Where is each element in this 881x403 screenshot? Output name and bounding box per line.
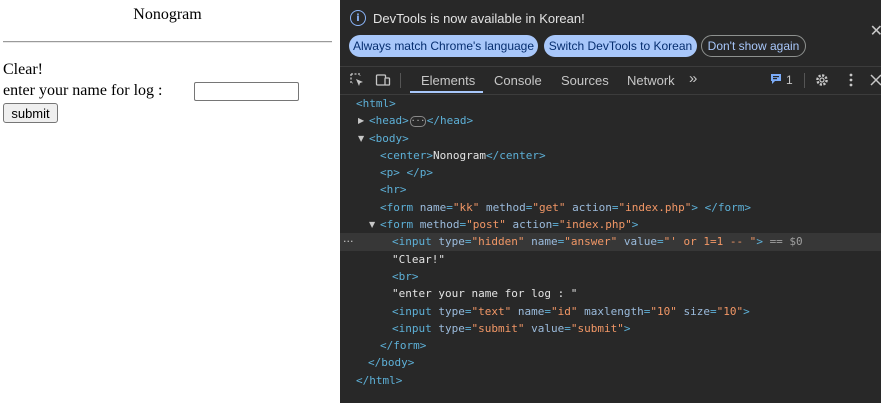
expand-triangle-icon[interactable]: ▶ <box>358 112 364 129</box>
info-icon: i <box>350 10 366 26</box>
submit-button[interactable]: submit <box>3 103 58 123</box>
dom-node-input-text[interactable]: <input type="text" name="id" maxlength="… <box>340 303 881 320</box>
collapse-triangle-icon[interactable]: ▼ <box>369 216 375 233</box>
horizontal-rule <box>3 41 332 43</box>
dom-close-body[interactable]: </body> <box>340 354 881 371</box>
tab-sources[interactable]: Sources <box>561 73 609 88</box>
selected-node-ref: == $0 <box>769 235 803 249</box>
dom-node-center[interactable]: <center>Nonogram</center> <box>340 147 881 164</box>
notice-text: DevTools is now available in Korean! <box>373 10 585 26</box>
always-match-language-button[interactable]: Always match Chrome's language <box>349 35 538 57</box>
tab-elements[interactable]: Elements <box>421 73 475 88</box>
name-input[interactable] <box>194 82 299 101</box>
dom-close-html[interactable]: </html> <box>340 372 881 389</box>
dom-node-form-get[interactable]: <form name="kk" method="get" action="ind… <box>340 199 881 216</box>
toolbar-divider <box>400 73 401 88</box>
more-tabs-icon[interactable]: » <box>689 70 697 87</box>
dom-text-label[interactable]: "enter your name for log : " <box>340 285 881 302</box>
device-toolbar-icon[interactable] <box>375 72 391 88</box>
dom-node-input-hidden[interactable]: ··· <input type="hidden" name="answer" va… <box>340 233 881 251</box>
node-actions-icon[interactable]: ··· <box>343 233 354 250</box>
page-title: Nonogram <box>133 6 202 23</box>
dom-node-p[interactable]: <p> </p> <box>340 164 881 181</box>
dom-node-head[interactable]: ▶ <head> ··· </head> <box>340 112 881 129</box>
settings-gear-icon[interactable] <box>814 72 830 88</box>
dont-show-again-button[interactable]: Don't show again <box>701 35 806 57</box>
active-tab-indicator <box>410 91 483 93</box>
close-devtools-icon[interactable] <box>868 72 881 88</box>
devtools-panel: i DevTools is now available in Korean! ✕… <box>340 0 881 403</box>
dom-node-br[interactable]: <br> <box>340 268 881 285</box>
switch-to-korean-button[interactable]: Switch DevTools to Korean <box>544 35 697 57</box>
name-label: enter your name for log : <box>3 82 163 99</box>
toolbar-divider <box>804 73 805 88</box>
dom-text-clear[interactable]: "Clear!" <box>340 251 881 268</box>
page-viewport: Nonogram Clear! enter your name for log … <box>0 0 340 403</box>
dom-node-body[interactable]: ▼ <body> <box>340 130 881 147</box>
collapsed-ellipsis-icon[interactable]: ··· <box>409 115 426 127</box>
dom-node-form-post[interactable]: ▼ <form method="post" action="index.php"> <box>340 216 881 233</box>
dom-close-form[interactable]: </form> <box>340 337 881 354</box>
more-options-icon[interactable] <box>843 72 859 88</box>
devtools-toolbar: Elements Console Sources Network » 1 <box>340 66 881 95</box>
collapse-triangle-icon[interactable]: ▼ <box>358 130 364 147</box>
dom-node-html[interactable]: <html> <box>340 95 881 112</box>
clear-message: Clear! <box>3 61 43 78</box>
elements-tree: <html> ▶ <head> ··· </head> ▼ <body> <center… <box>340 95 881 389</box>
dom-node-input-submit[interactable]: <input type="submit" value="submit"> <box>340 320 881 337</box>
language-notice: i DevTools is now available in Korean! <box>350 9 585 27</box>
issues-count[interactable]: 1 <box>786 73 793 87</box>
tab-network[interactable]: Network <box>627 73 675 88</box>
close-icon[interactable]: ✕ <box>870 21 881 40</box>
dom-node-hr[interactable]: <hr> <box>340 181 881 198</box>
issues-icon[interactable] <box>770 73 782 85</box>
tab-console[interactable]: Console <box>494 73 542 88</box>
inspect-element-icon[interactable] <box>349 72 365 88</box>
